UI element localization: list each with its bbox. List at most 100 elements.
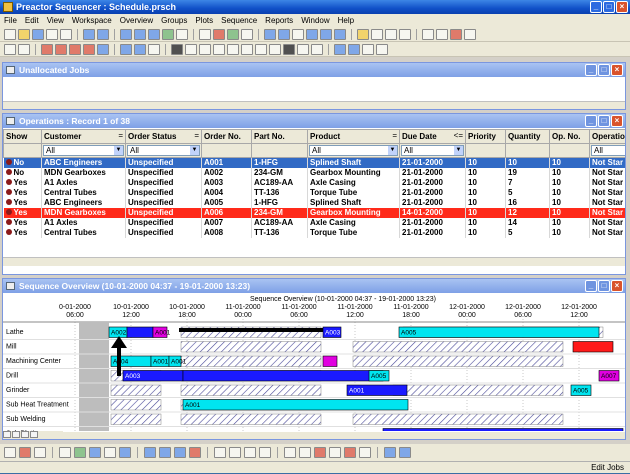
horizontal-scrollbar[interactable] bbox=[3, 101, 625, 109]
cell-product[interactable]: Axle Casing bbox=[307, 218, 400, 228]
col-operation[interactable]: Operatio bbox=[589, 129, 625, 144]
horizontal-scrollbar[interactable] bbox=[3, 257, 625, 266]
cell-due[interactable]: 21-01-2000 bbox=[399, 168, 466, 178]
window-tile-icon[interactable] bbox=[278, 28, 290, 40]
resource-view-icon[interactable] bbox=[120, 43, 132, 55]
cell-op[interactable]: 10 bbox=[549, 168, 590, 178]
rows-icon[interactable] bbox=[334, 28, 346, 40]
sequence-overview-title-bar[interactable]: Sequence Overview (10-01-2000 04:37 - 19… bbox=[3, 279, 625, 293]
cell-customer[interactable]: MDN Gearboxes bbox=[41, 208, 126, 218]
minimize-button[interactable]: _ bbox=[590, 1, 602, 13]
table-row[interactable]: Yes ABC Engineers Unspecified A005 1-HFG Spli… bbox=[3, 198, 625, 208]
col-product[interactable]: Product = bbox=[307, 129, 400, 144]
sort-icon[interactable] bbox=[371, 28, 383, 40]
report-icon[interactable] bbox=[348, 43, 360, 55]
cell-status[interactable]: Unspecified bbox=[125, 168, 202, 178]
cell-operation[interactable]: Not Star bbox=[589, 218, 625, 228]
cell-operation[interactable]: Not Star bbox=[589, 157, 625, 168]
cell-op[interactable]: 10 bbox=[549, 178, 590, 188]
chart-icon[interactable] bbox=[74, 447, 86, 458]
menu-view[interactable]: View bbox=[43, 14, 68, 27]
plot-3-icon[interactable] bbox=[69, 43, 81, 55]
sort-desc-icon[interactable] bbox=[229, 447, 241, 458]
cell-due[interactable]: 21-01-2000 bbox=[399, 188, 466, 198]
cell-product[interactable]: Gearbox Mounting bbox=[307, 168, 400, 178]
zoom-in-icon[interactable] bbox=[12, 431, 20, 438]
filter-icon[interactable] bbox=[4, 447, 16, 458]
col-order-no[interactable]: Order No. bbox=[201, 129, 252, 144]
cell-show[interactable]: No bbox=[3, 157, 42, 168]
horizontal-scrollbar[interactable] bbox=[63, 432, 625, 439]
cell-due[interactable]: 21-01-2000 bbox=[399, 198, 466, 208]
menu-reports[interactable]: Reports bbox=[261, 14, 297, 27]
cell-order[interactable]: A006 bbox=[201, 208, 252, 218]
menu-overview[interactable]: Overview bbox=[116, 14, 157, 27]
zoom-fit-icon[interactable] bbox=[30, 431, 38, 438]
cell-priority[interactable]: 10 bbox=[465, 168, 506, 178]
cell-customer[interactable]: Central Tubes bbox=[41, 188, 126, 198]
find-icon[interactable] bbox=[19, 447, 31, 458]
table-row[interactable]: No ABC Engineers Unspecified A001 1-HFG Splin… bbox=[3, 157, 625, 168]
cell-priority[interactable]: 10 bbox=[465, 208, 506, 218]
table-icon[interactable] bbox=[134, 28, 146, 40]
sequence-gantt-area[interactable]: Sequence Overview (10-01-2000 04:37 - 19… bbox=[3, 294, 625, 439]
col-order-status[interactable]: Order Status = bbox=[125, 129, 202, 144]
maximize-button[interactable]: □ bbox=[598, 115, 610, 127]
close-button[interactable]: × bbox=[616, 1, 628, 13]
unallocated-jobs-area[interactable] bbox=[3, 77, 625, 109]
help-icon[interactable] bbox=[199, 28, 211, 40]
cell-show[interactable]: Yes bbox=[3, 228, 42, 238]
undo-icon[interactable] bbox=[299, 447, 311, 458]
sequence-5-icon[interactable] bbox=[241, 43, 253, 55]
maximize-button[interactable]: □ bbox=[603, 1, 615, 13]
sequence-1-icon[interactable] bbox=[185, 43, 197, 55]
cell-qty[interactable]: 14 bbox=[505, 218, 550, 228]
link-icon[interactable] bbox=[422, 28, 434, 40]
cell-qty[interactable]: 19 bbox=[505, 168, 550, 178]
window-icon[interactable] bbox=[264, 28, 276, 40]
cell-show[interactable]: Yes bbox=[3, 198, 42, 208]
list-icon[interactable] bbox=[148, 28, 160, 40]
cell-order[interactable]: A008 bbox=[201, 228, 252, 238]
cell-qty[interactable]: 5 bbox=[505, 188, 550, 198]
cell-part[interactable]: 1-HFG bbox=[251, 198, 308, 208]
arrow-icon[interactable] bbox=[311, 43, 323, 55]
cell-operation[interactable]: Not Star bbox=[589, 168, 625, 178]
copy-schedule-icon[interactable] bbox=[436, 28, 448, 40]
cell-status[interactable]: Unspecified bbox=[125, 188, 202, 198]
binoculars-icon[interactable] bbox=[171, 43, 183, 55]
cell-priority[interactable]: 10 bbox=[465, 178, 506, 188]
cell-order[interactable]: A001 bbox=[201, 157, 252, 168]
sequence-icon[interactable] bbox=[385, 28, 397, 40]
cell-qty[interactable]: 16 bbox=[505, 198, 550, 208]
table-row[interactable]: Yes Central Tubes Unspecified A008 TT-136 Tor… bbox=[3, 228, 625, 238]
close-button[interactable]: × bbox=[611, 115, 623, 127]
cell-status[interactable]: Unspecified bbox=[125, 208, 202, 218]
refresh-icon[interactable] bbox=[362, 43, 374, 55]
menu-sequence[interactable]: Sequence bbox=[217, 14, 261, 27]
monitor-icon[interactable] bbox=[89, 447, 101, 458]
cell-qty[interactable]: 7 bbox=[505, 178, 550, 188]
cell-operation[interactable]: Not Star bbox=[589, 198, 625, 208]
cell-show[interactable]: Yes bbox=[3, 208, 42, 218]
sequence-6-icon[interactable] bbox=[255, 43, 267, 55]
cell-op[interactable]: 10 bbox=[549, 198, 590, 208]
cell-due[interactable]: 21-01-2000 bbox=[399, 157, 466, 168]
plot-icon[interactable] bbox=[162, 28, 174, 40]
cell-order[interactable]: A005 bbox=[201, 198, 252, 208]
cell-operation[interactable]: Not Star bbox=[589, 228, 625, 238]
gantt-chart[interactable]: Sequence Overview (10-01-2000 04:37 - 19… bbox=[3, 294, 625, 431]
cell-operation[interactable]: Not Star bbox=[589, 208, 625, 218]
plot-2-icon[interactable] bbox=[55, 43, 67, 55]
cell-product[interactable]: Axle Casing bbox=[307, 178, 400, 188]
cell-show[interactable]: Yes bbox=[3, 218, 42, 228]
cell-status[interactable]: Unspecified bbox=[125, 198, 202, 208]
calendar-icon[interactable] bbox=[119, 447, 131, 458]
maximize-button[interactable]: □ bbox=[598, 280, 610, 292]
backward-icon[interactable] bbox=[297, 43, 309, 55]
cell-priority[interactable]: 10 bbox=[465, 218, 506, 228]
product-filter[interactable]: All ▼ bbox=[309, 145, 398, 156]
customer-filter[interactable]: All ▼ bbox=[43, 145, 124, 156]
cell-due[interactable]: 21-01-2000 bbox=[399, 228, 466, 238]
cell-part[interactable]: TT-136 bbox=[251, 188, 308, 198]
